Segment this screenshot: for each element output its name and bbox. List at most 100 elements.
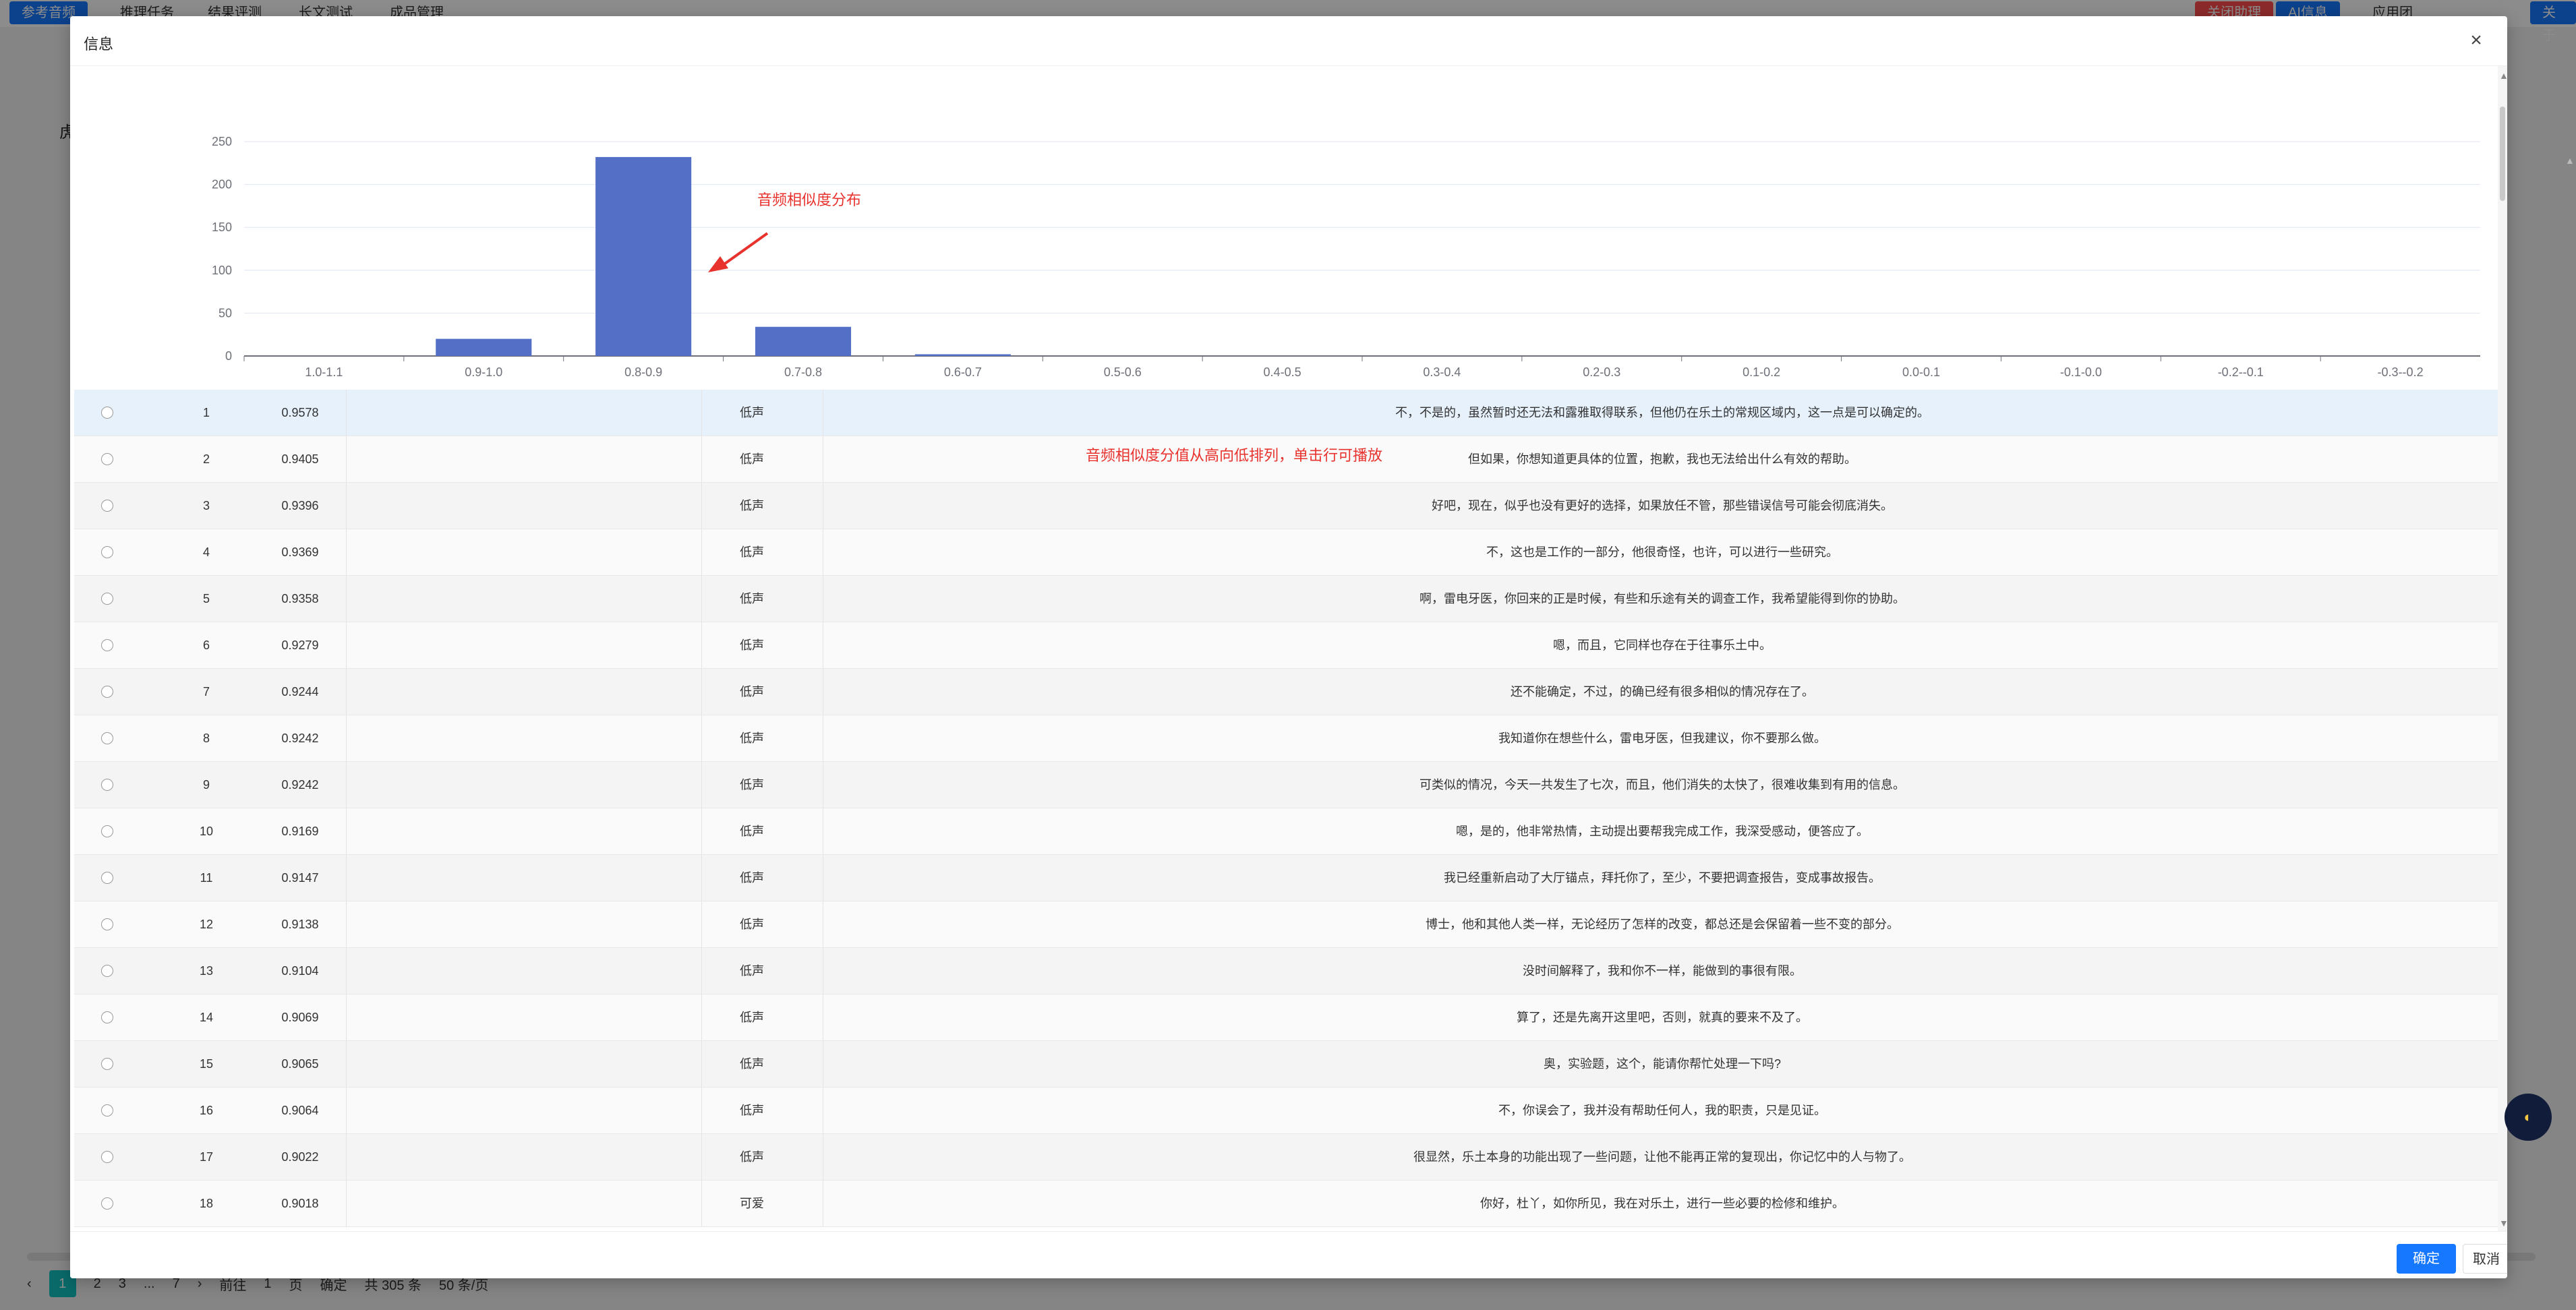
row-radio[interactable] xyxy=(101,639,113,651)
table-row[interactable]: 9 0.9242 低声 可类似的情况，今天一共发生了七次，而且，他们消失的太快了，很难… xyxy=(74,762,2498,808)
row-score: 0.9065 xyxy=(281,1057,319,1071)
chart-x-tick-label: -0.3--0.2 xyxy=(2378,365,2424,379)
row-score: 0.9169 xyxy=(281,825,319,838)
row-score: 0.9242 xyxy=(281,732,319,745)
floating-assistant-icon[interactable]: ◐ xyxy=(2505,1094,2552,1141)
row-radio-cell xyxy=(101,390,121,436)
row-score: 0.9279 xyxy=(281,638,319,652)
row-radio-cell xyxy=(101,1088,121,1134)
row-radio[interactable] xyxy=(101,686,113,698)
table-row[interactable]: 15 0.9065 低声 奥，实验题，这个，能请你帮忙处理一下吗? xyxy=(74,1041,2498,1088)
row-radio[interactable] xyxy=(101,1058,113,1070)
chart-x-tick-label: 0.8-0.9 xyxy=(624,365,662,379)
table-row[interactable]: 16 0.9064 低声 不，你误会了，我并没有帮助任何人，我的职责，只是见证。 xyxy=(74,1088,2498,1134)
scroll-down-icon[interactable]: ▼ xyxy=(2499,1218,2507,1228)
scroll-thumb[interactable] xyxy=(2500,107,2505,201)
chart-x-tick-label: -0.2--0.1 xyxy=(2218,365,2264,379)
column-divider xyxy=(346,808,347,855)
row-radio[interactable] xyxy=(101,965,113,977)
row-score: 0.9369 xyxy=(281,545,319,559)
row-radio[interactable] xyxy=(101,407,113,419)
chart-y-tick-label: 150 xyxy=(212,220,232,234)
row-text: 啊，雷电牙医，你回来的正是时候，有些和乐途有关的调查工作，我希望能得到你的协助。 xyxy=(1419,592,1905,605)
row-index: 8 xyxy=(202,732,210,745)
row-text: 你好，杜丫，如你所见，我在对乐土，进行一些必要的检修和维护。 xyxy=(1480,1197,1844,1210)
table-row[interactable]: 1 0.9578 低声 不，不是的，虽然暂时还无法和露雅取得联系，但他仍在乐土的常规区… xyxy=(74,390,2498,436)
annotation-arrow-shaft xyxy=(719,232,769,268)
row-index: 10 xyxy=(199,825,214,838)
row-radio[interactable] xyxy=(101,732,113,744)
row-emotion: 可爱 xyxy=(740,1197,764,1210)
row-score: 0.9069 xyxy=(281,1011,319,1024)
row-score: 0.9396 xyxy=(281,499,319,512)
row-radio[interactable] xyxy=(101,872,113,884)
column-divider xyxy=(346,948,347,994)
row-radio[interactable] xyxy=(101,453,113,465)
row-radio[interactable] xyxy=(101,1151,113,1163)
table-row[interactable]: 3 0.9396 低声 好吧，现在，似乎也没有更好的选择，如果放任不管，那些错误信号可… xyxy=(74,483,2498,529)
table-row[interactable]: 11 0.9147 低声 我已经重新启动了大厅锚点，拜托你了，至少，不要把调查报告，变… xyxy=(74,855,2498,901)
modal-header: 信息 × xyxy=(70,16,2507,66)
row-index: 4 xyxy=(202,545,210,559)
chart-x-tick-label: 0.6-0.7 xyxy=(944,365,982,379)
row-radio[interactable] xyxy=(101,918,113,930)
table-row[interactable]: 10 0.9169 低声 嗯，是的，他非常热情，主动提出要帮我完成工作，我深受感动，便… xyxy=(74,808,2498,855)
row-radio[interactable] xyxy=(101,1104,113,1117)
row-emotion: 低声 xyxy=(740,545,764,559)
row-emotion: 低声 xyxy=(740,778,764,792)
table-row[interactable]: 8 0.9242 低声 我知道你在想些什么，雷电牙医，但我建议，你不要那么做。 xyxy=(74,715,2498,762)
row-score: 0.9147 xyxy=(281,871,319,885)
info-modal: 信息 × 0 50 100 150 200 250 1.0-1.1 0.9-1.0 0.8-0.… xyxy=(70,16,2507,1278)
row-radio[interactable] xyxy=(101,825,113,837)
row-index: 5 xyxy=(202,592,210,605)
row-text: 但如果，你想知道更具体的位置，抱歉，我也无法给出什么有效的帮助。 xyxy=(1468,452,1856,466)
row-radio[interactable] xyxy=(101,500,113,512)
row-radio-cell xyxy=(101,762,121,808)
row-index: 2 xyxy=(202,452,210,466)
cancel-button[interactable]: 取消 xyxy=(2463,1244,2507,1274)
row-emotion: 低声 xyxy=(740,1150,764,1164)
table-row[interactable]: 18 0.9018 可爱 你好，杜丫，如你所见，我在对乐土，进行一些必要的检修和维护。 xyxy=(74,1181,2498,1227)
ok-button[interactable]: 确定 xyxy=(2397,1244,2456,1274)
table-row[interactable]: 7 0.9244 低声 还不能确定，不过，的确已经有很多相似的情况存在了。 xyxy=(74,669,2498,715)
chart-y-tick-label: 100 xyxy=(212,264,232,277)
row-emotion: 低声 xyxy=(740,592,764,605)
row-radio-cell xyxy=(101,808,121,855)
table-row[interactable]: 6 0.9279 低声 嗯，而且，它同样也存在于往事乐土中。 xyxy=(74,622,2498,669)
row-text: 算了，还是先离开这里吧，否则，就真的要来不及了。 xyxy=(1517,1011,1808,1024)
column-divider xyxy=(346,483,347,529)
row-text: 博士，他和其他人类一样，无论经历了怎样的改变，都总还是会保留着一些不变的部分。 xyxy=(1426,918,1899,931)
row-radio[interactable] xyxy=(101,779,113,791)
table-row[interactable]: 17 0.9022 低声 很显然，乐土本身的功能出现了一些问题，让他不能再正常的复现出… xyxy=(74,1134,2498,1181)
table-row[interactable]: 4 0.9369 低声 不，这也是工作的一部分，他很奇怪，也许，可以进行一些研究。 xyxy=(74,529,2498,576)
row-radio-cell xyxy=(101,1134,121,1181)
row-emotion: 低声 xyxy=(740,638,764,652)
column-divider xyxy=(346,669,347,715)
row-score: 0.9018 xyxy=(281,1197,319,1210)
row-radio[interactable] xyxy=(101,593,113,605)
row-score: 0.9064 xyxy=(281,1104,319,1117)
row-score: 0.9242 xyxy=(281,778,319,792)
row-index: 11 xyxy=(200,871,213,885)
row-text: 没时间解释了，我和你不一样，能做到的事很有限。 xyxy=(1523,964,1802,978)
close-icon[interactable]: × xyxy=(2464,28,2488,53)
row-radio-cell xyxy=(101,622,121,669)
row-emotion: 低声 xyxy=(740,964,764,978)
row-text: 好吧，现在，似乎也没有更好的选择，如果放任不管，那些错误信号可能会彻底消失。 xyxy=(1432,499,1893,512)
chart-annotation: 音频相似度分布 xyxy=(757,191,861,208)
table-row[interactable]: 12 0.9138 低声 博士，他和其他人类一样，无论经历了怎样的改变，都总还是会保留… xyxy=(74,901,2498,948)
row-score: 0.9405 xyxy=(281,452,319,466)
chart-x-tick-label: 0.1-0.2 xyxy=(1743,365,1780,379)
chart-x-tick-label: 0.4-0.5 xyxy=(1264,365,1301,379)
row-radio[interactable] xyxy=(101,546,113,558)
table-row[interactable]: 5 0.9358 低声 啊，雷电牙医，你回来的正是时候，有些和乐途有关的调查工作，我希… xyxy=(74,576,2498,622)
row-radio[interactable] xyxy=(101,1011,113,1023)
scroll-up-icon[interactable]: ▲ xyxy=(2499,70,2507,81)
table-row[interactable]: 14 0.9069 低声 算了，还是先离开这里吧，否则，就真的要来不及了。 xyxy=(74,994,2498,1041)
row-radio[interactable] xyxy=(101,1197,113,1210)
modal-vertical-scrollbar[interactable]: ▲ ▼ xyxy=(2498,66,2507,1231)
row-text: 不，不是的，虽然暂时还无法和露雅取得联系，但他仍在乐土的常规区域内，这一点是可以… xyxy=(1395,406,1929,419)
row-text: 很显然，乐土本身的功能出现了一些问题，让他不能再正常的复现出，你记忆中的人与物了… xyxy=(1413,1150,1911,1164)
row-score: 0.9104 xyxy=(281,964,319,978)
table-row[interactable]: 13 0.9104 低声 没时间解释了，我和你不一样，能做到的事很有限。 xyxy=(74,948,2498,994)
